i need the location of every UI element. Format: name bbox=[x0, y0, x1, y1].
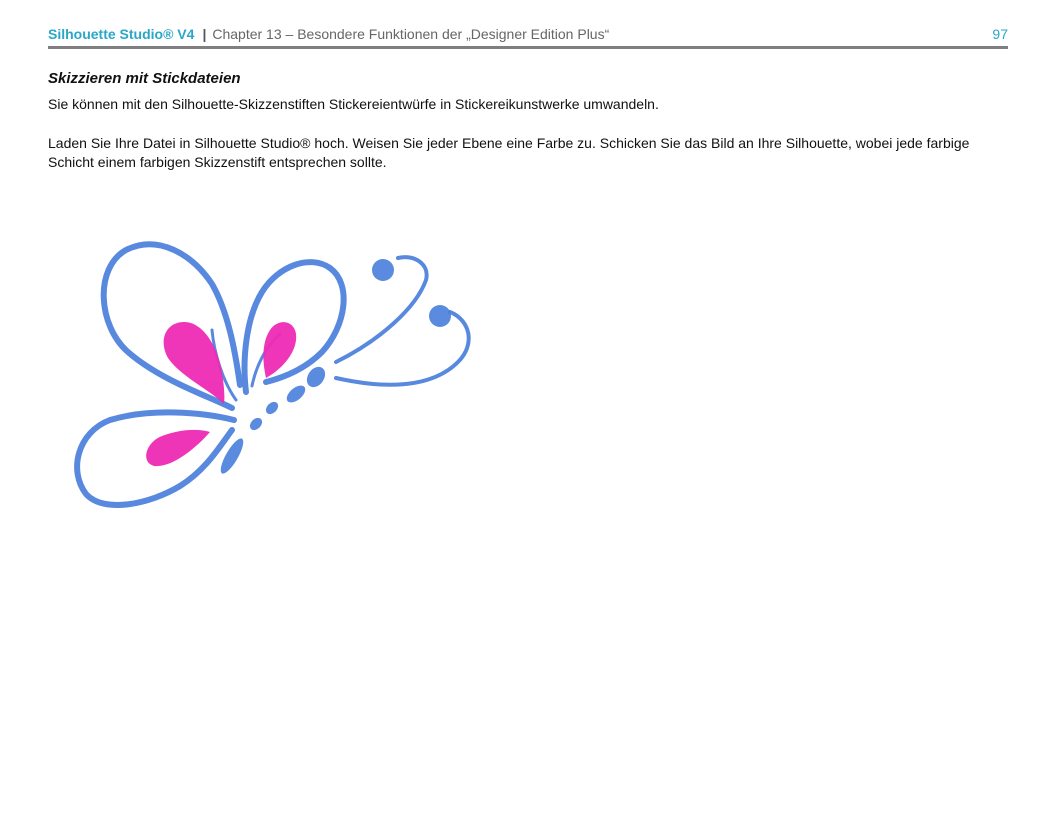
antenna-lower bbox=[334, 310, 471, 387]
body-segment-2 bbox=[286, 385, 306, 403]
upper-right-wing-outline bbox=[241, 259, 347, 395]
antenna-tip-upper bbox=[372, 259, 394, 281]
page-header: Silhouette Studio® V4 | Chapter 13 – Beson… bbox=[48, 24, 1008, 46]
chapter-title: Chapter 13 – Besondere Funktionen der „D… bbox=[212, 26, 610, 42]
butterfly-outline bbox=[74, 241, 471, 508]
brand-label: Silhouette Studio® V4 bbox=[48, 26, 195, 42]
header-separator: | bbox=[202, 26, 207, 42]
antenna-tip-lower bbox=[429, 305, 451, 327]
butterfly-illustration bbox=[74, 241, 471, 508]
page-number: 97 bbox=[992, 26, 1008, 42]
upper-right-wing-fill bbox=[263, 322, 297, 378]
butterfly-body bbox=[220, 259, 451, 474]
body-segment-4 bbox=[249, 417, 263, 431]
body-segment-3 bbox=[265, 401, 279, 415]
intro-paragraph: Sie können mit den Silhouette-Skizzensti… bbox=[48, 96, 659, 112]
section-title: Skizzieren mit Stickdateien bbox=[48, 70, 241, 87]
header-divider bbox=[48, 46, 1008, 49]
instruction-paragraph: Laden Sie Ihre Datei in Silhouette Studi… bbox=[48, 135, 970, 170]
lower-wing-fill bbox=[146, 429, 210, 467]
